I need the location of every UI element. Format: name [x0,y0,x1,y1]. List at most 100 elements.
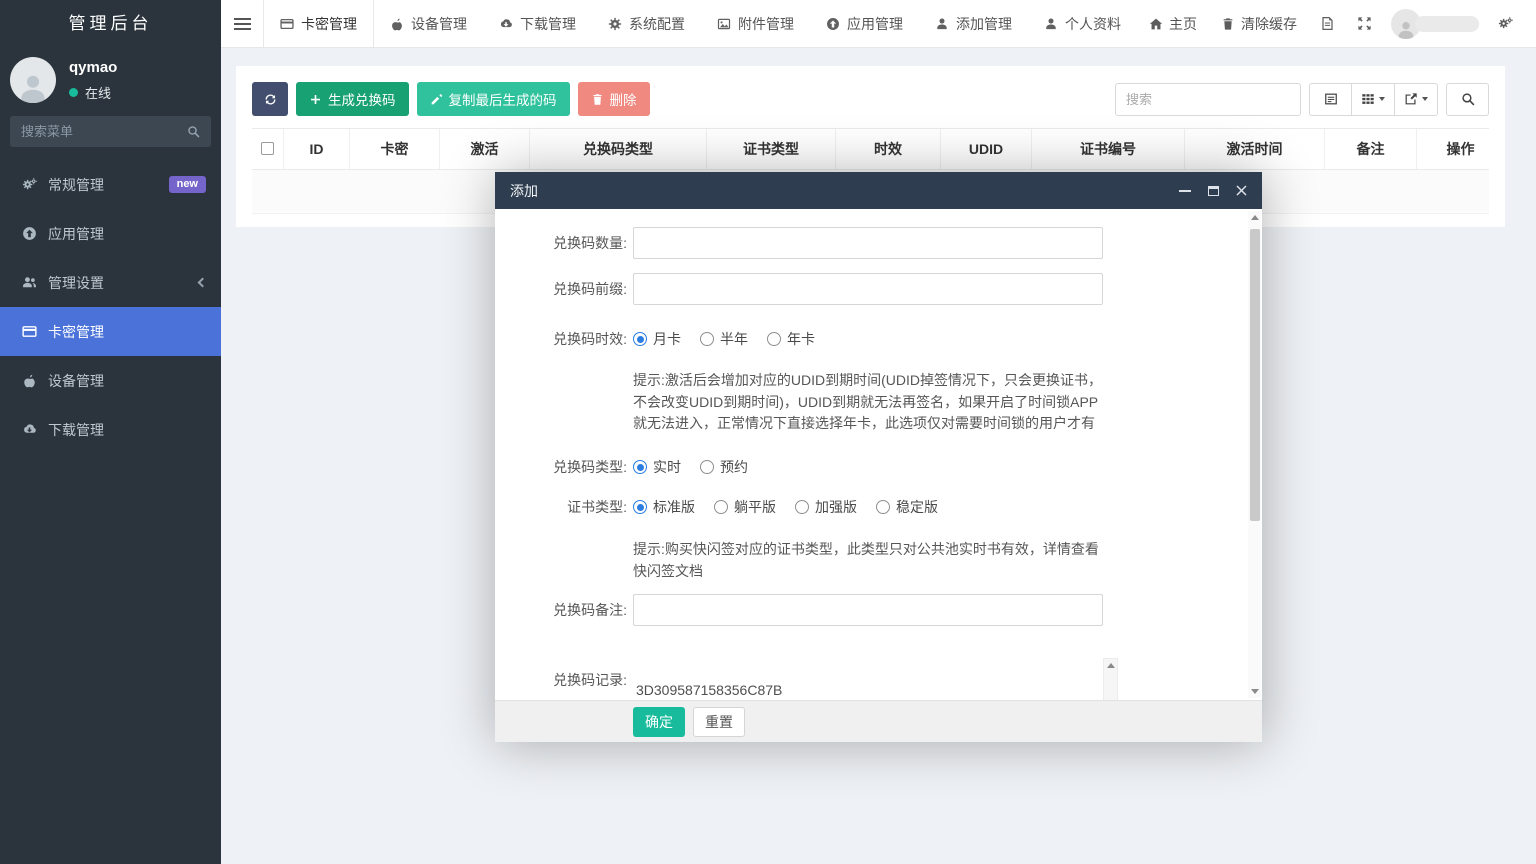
radio-reserve[interactable]: 预约 [700,457,748,477]
radio-icon [700,332,714,346]
detail-view-button[interactable] [1309,83,1352,116]
home-link[interactable]: 主页 [1137,0,1209,47]
columns-button[interactable] [1352,83,1395,116]
gears-icon[interactable] [1487,0,1524,47]
tab-downloads[interactable]: 下载管理 [483,0,592,47]
column-header[interactable]: ID [284,129,350,169]
clear-cache-link[interactable]: 清除缓存 [1209,0,1309,47]
dialog-header[interactable]: 添加 [495,172,1262,209]
delete-button[interactable]: 删除 [578,82,650,116]
textarea-scrollbar[interactable] [1103,658,1118,700]
type-options: 实时 预约 [633,457,748,477]
generate-code-button[interactable]: 生成兑换码 [296,82,409,116]
user-menu[interactable] [1383,9,1487,39]
form-row-duration: 兑换码时效: 月卡 半年 年卡 [495,329,1262,349]
cert-label: 证书类型: [495,497,627,517]
detail-view-icon [1324,92,1338,106]
radio-label: 月卡 [653,329,681,349]
radio-enhanced[interactable]: 加强版 [795,497,857,517]
menu-toggle-icon[interactable] [221,0,263,47]
sidebar-item-label: 卡密管理 [48,322,104,342]
refresh-icon [264,93,277,106]
column-header[interactable]: 操作 [1417,129,1504,169]
home-label: 主页 [1169,14,1197,34]
gear-icon [608,17,622,31]
column-header[interactable]: UDID [941,129,1032,169]
sidebar-item-card-management[interactable]: 卡密管理 [0,307,221,356]
tab-apps[interactable]: 应用管理 [810,0,919,47]
radio-tangping[interactable]: 躺平版 [714,497,776,517]
count-input[interactable] [633,227,1103,259]
nav-tabs: 卡密管理 设备管理 下载管理 系统配置 附件管理 应用管理 添加管理 个人资料 [263,0,1137,47]
expand-icon[interactable] [1346,0,1383,47]
tab-add-admin[interactable]: 添加管理 [919,0,1028,47]
column-header[interactable]: 激活时间 [1185,129,1325,169]
column-header[interactable]: 兑换码类型 [530,129,707,169]
user-icon [17,71,49,103]
sidebar-search[interactable] [10,116,211,147]
column-header[interactable]: 证书类型 [707,129,836,169]
scroll-down-icon[interactable] [1251,689,1259,694]
radio-stable[interactable]: 稳定版 [876,497,938,517]
minimize-icon[interactable] [1179,190,1191,192]
dialog-scrollbar[interactable] [1248,211,1261,698]
circle-arrow-up-icon [22,226,37,241]
user-icon [1044,17,1058,31]
maximize-icon[interactable] [1208,186,1219,196]
search-toggle-button[interactable] [1446,83,1489,116]
app-title: 管理后台 [0,0,221,48]
prefix-input[interactable] [633,273,1103,305]
radio-realtime[interactable]: 实时 [633,457,681,477]
reset-button[interactable]: 重置 [693,707,745,737]
tab-attachments[interactable]: 附件管理 [701,0,810,47]
column-header[interactable]: 备注 [1325,129,1417,169]
sidebar-item-admin-settings[interactable]: 管理设置 [0,258,221,307]
caret-down-icon [1379,97,1385,101]
cert-options: 标准版 躺平版 加强版 稳定版 [633,497,938,517]
sidebar-item-general[interactable]: 常规管理 new [0,160,221,209]
record-textarea[interactable]: 3D309587158356C87B [633,658,1118,700]
avatar [10,57,56,103]
column-header[interactable]: 卡密 [350,129,440,169]
tab-card-management[interactable]: 卡密管理 [263,0,374,47]
scroll-up-icon[interactable] [1107,663,1115,668]
radio-standard[interactable]: 标准版 [633,497,695,517]
table-search-input[interactable] [1115,83,1301,116]
search-icon[interactable] [187,125,200,138]
log-icon[interactable] [1309,0,1346,47]
close-icon[interactable] [1236,185,1247,196]
tab-profile[interactable]: 个人资料 [1028,0,1137,47]
tab-label: 卡密管理 [301,14,357,34]
column-header[interactable]: 激活 [440,129,530,169]
home-icon [1149,17,1163,31]
column-header[interactable]: 时效 [836,129,941,169]
sidebar-item-label: 应用管理 [48,224,104,244]
radio-month-card[interactable]: 月卡 [633,329,681,349]
users-icon [22,275,37,290]
refresh-button[interactable] [252,82,288,116]
sidebar-item-apps[interactable]: 应用管理 [0,209,221,258]
select-all-checkbox[interactable] [261,142,274,155]
radio-label: 标准版 [653,497,695,517]
tab-label: 下载管理 [520,14,576,34]
confirm-button[interactable]: 确定 [633,707,685,737]
tab-label: 应用管理 [847,14,903,34]
online-dot-icon [69,88,78,97]
scroll-up-icon[interactable] [1251,215,1259,220]
sidebar-item-devices[interactable]: 设备管理 [0,356,221,405]
radio-half-year[interactable]: 半年 [700,329,748,349]
column-header[interactable]: 证书编号 [1032,129,1185,169]
sidebar-search-input[interactable] [21,124,187,139]
radio-year-card[interactable]: 年卡 [767,329,815,349]
note-input[interactable] [633,594,1103,626]
tab-system-config[interactable]: 系统配置 [592,0,701,47]
cloud-download-icon [499,17,513,31]
add-dialog: 添加 兑换码数量: 兑换码前缀: 兑换码时效: 月卡 半年 年卡 提示:激活后会… [495,172,1262,742]
tab-devices[interactable]: 设备管理 [374,0,483,47]
export-button[interactable] [1395,83,1438,116]
cert-hint: 提示:购买快闪签对应的证书类型，此类型只对公共池实时书有效，详情查看快闪签文档 [633,539,1103,582]
sidebar-item-downloads[interactable]: 下载管理 [0,405,221,454]
form-row-prefix: 兑换码前缀: [495,273,1262,305]
scrollbar-thumb[interactable] [1250,229,1260,521]
copy-last-code-button[interactable]: 复制最后生成的码 [417,82,570,116]
